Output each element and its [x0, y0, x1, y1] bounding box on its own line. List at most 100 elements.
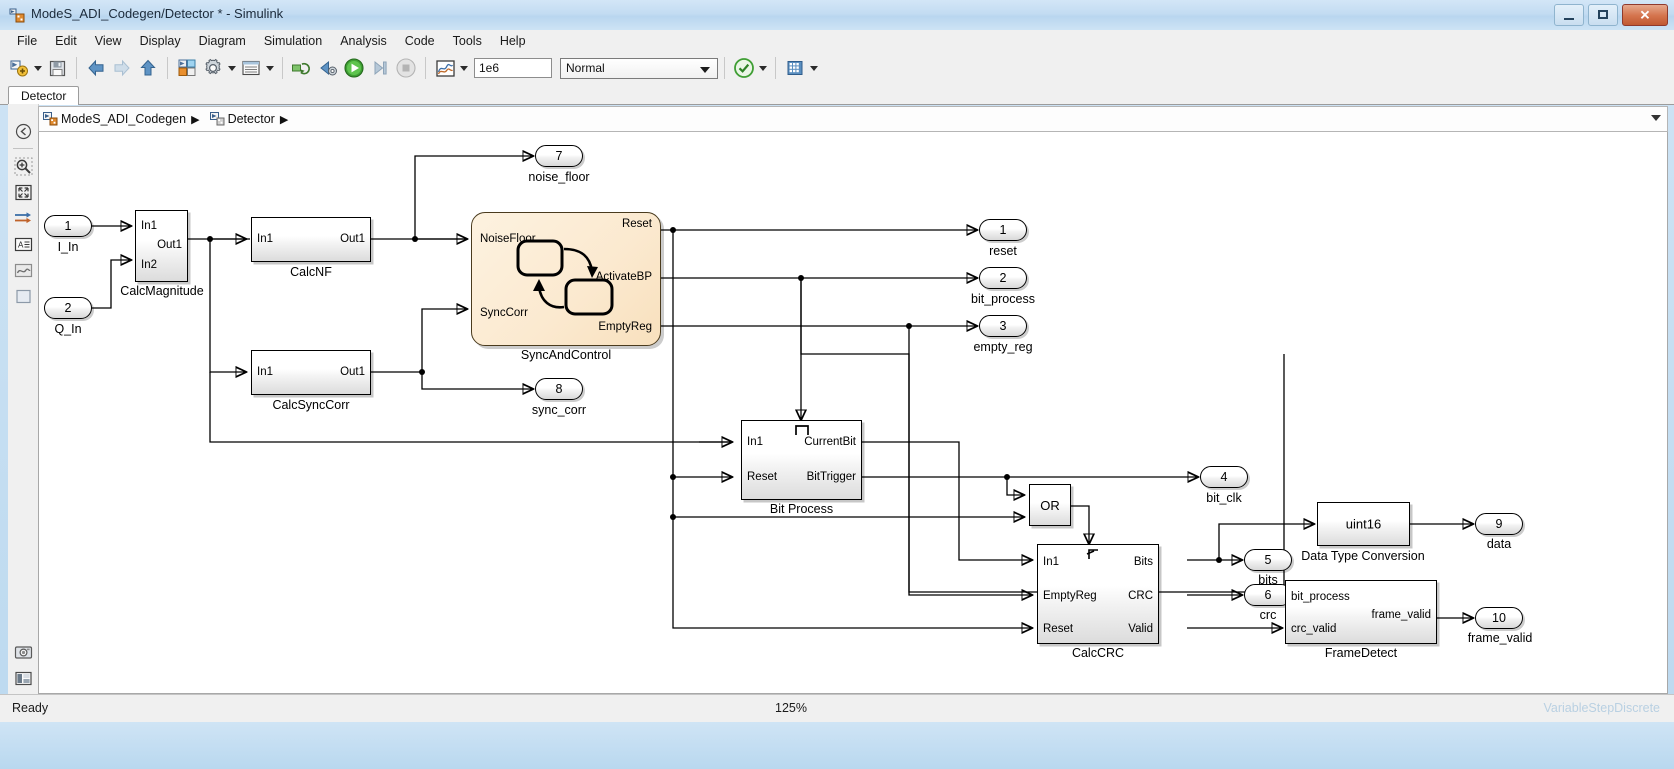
outport-noise-floor[interactable]: 7: [535, 145, 583, 167]
new-model-dropdown[interactable]: [32, 55, 44, 81]
outport-data[interactable]: 9: [1475, 513, 1523, 535]
layout-panel-icon: [14, 670, 33, 687]
build-model-button[interactable]: [782, 55, 808, 81]
outport-number: 7: [556, 149, 563, 163]
block-calc-magnitude[interactable]: In1 In2 Out1: [135, 210, 188, 282]
menu-edit[interactable]: Edit: [46, 32, 86, 50]
outport-bit-process[interactable]: 2: [979, 267, 1027, 289]
outport-number: 9: [1496, 517, 1503, 531]
build-model-dropdown[interactable]: [808, 55, 820, 81]
port-frame-valid: frame_valid: [1372, 609, 1431, 621]
menu-code[interactable]: Code: [396, 32, 444, 50]
outport-bit-clk[interactable]: 4: [1200, 466, 1248, 488]
chevron-down-icon[interactable]: [1651, 115, 1661, 121]
scope-viewer-button[interactable]: [8, 257, 38, 283]
port-emptyreg: EmptyReg: [1043, 590, 1097, 602]
block-calc-sync-corr[interactable]: In1 Out1: [251, 350, 371, 395]
menu-view[interactable]: View: [86, 32, 131, 50]
close-button[interactable]: ✕: [1622, 4, 1668, 26]
step-back-button[interactable]: [315, 55, 341, 81]
save-button[interactable]: [44, 55, 70, 81]
block-bit-process[interactable]: In1 Reset CurrentBit BitTrigger: [741, 420, 862, 500]
block-data-type-conversion[interactable]: uint16: [1317, 502, 1410, 546]
forward-button[interactable]: [109, 55, 135, 81]
breadcrumb-item-detector[interactable]: Detector: [210, 112, 275, 126]
outport-number: 5: [1265, 553, 1272, 567]
menu-tools[interactable]: Tools: [444, 32, 491, 50]
outport-reset[interactable]: 1: [979, 219, 1027, 241]
camera-snapshot-button[interactable]: [8, 639, 38, 665]
block-label-bit-process: Bit Process: [741, 502, 862, 516]
maximize-button[interactable]: [1588, 4, 1618, 26]
fit-to-view-button[interactable]: [8, 179, 38, 205]
block-calc-crc[interactable]: In1 EmptyReg Reset Bits CRC Valid: [1037, 544, 1159, 644]
stop-button[interactable]: [393, 55, 419, 81]
menu-help[interactable]: Help: [491, 32, 535, 50]
window-controls: ✕: [1554, 4, 1668, 26]
status-bar: Ready 125% VariableStepDiscrete: [0, 694, 1674, 723]
data-type-conversion-text: uint16: [1318, 517, 1409, 532]
step-forward-button[interactable]: [367, 55, 393, 81]
tab-strip: Detector: [0, 84, 1674, 105]
fit-to-view-icon: [14, 183, 33, 202]
rising-edge-trigger-icon: [1086, 547, 1104, 561]
menu-diagram[interactable]: Diagram: [190, 32, 255, 50]
signal-routing-button[interactable]: [8, 205, 38, 231]
run-icon: [343, 57, 365, 79]
model-canvas[interactable]: 1 I_In 2 Q_In In1 In2 Out1 CalcMagnitude…: [38, 132, 1668, 694]
menu-simulation[interactable]: Simulation: [255, 32, 331, 50]
back-button[interactable]: [83, 55, 109, 81]
minimize-button[interactable]: [1554, 4, 1584, 26]
canvas-tool-rail: A: [8, 104, 39, 694]
block-frame-detect[interactable]: bit_process crc_valid frame_valid: [1285, 580, 1437, 644]
outport-number: 3: [1000, 319, 1007, 333]
outport-label-sync-corr: sync_corr: [501, 403, 617, 417]
model-explorer-dropdown[interactable]: [264, 55, 276, 81]
outport-frame-valid[interactable]: 10: [1475, 607, 1523, 629]
layout-panel-button[interactable]: [8, 665, 38, 691]
camera-snapshot-icon: [14, 644, 33, 661]
block-or-gate[interactable]: OR: [1029, 484, 1071, 526]
menu-analysis[interactable]: Analysis: [331, 32, 396, 50]
annotation-button[interactable]: A: [8, 231, 38, 257]
outport-empty-reg[interactable]: 3: [979, 315, 1027, 337]
model-configuration-dropdown[interactable]: [226, 55, 238, 81]
inport-1[interactable]: 1: [44, 215, 92, 237]
simulation-data-inspector-dropdown[interactable]: [458, 55, 470, 81]
blank-block-button[interactable]: [8, 283, 38, 309]
forward-arrow-icon: [112, 59, 132, 77]
breadcrumb-item-model[interactable]: ModeS_ADI_Codegen: [43, 112, 186, 126]
model-advisor-dropdown[interactable]: [757, 55, 769, 81]
port-out1: Out1: [157, 239, 182, 251]
simulation-data-inspector-button[interactable]: [432, 55, 458, 81]
library-browser-button[interactable]: [174, 55, 200, 81]
tab-detector[interactable]: Detector: [8, 86, 79, 105]
window-title: ModeS_ADI_Codegen/Detector * - Simulink: [31, 6, 283, 21]
port-crc-valid: crc_valid: [1291, 623, 1336, 635]
inport-2[interactable]: 2: [44, 297, 92, 319]
run-button[interactable]: [341, 55, 367, 81]
back-arrow-icon: [86, 59, 106, 77]
outport-label-reset: reset: [953, 244, 1053, 258]
library-browser-icon: [177, 58, 197, 78]
new-model-button[interactable]: [6, 55, 32, 81]
menu-file[interactable]: File: [8, 32, 46, 50]
outport-bits[interactable]: 5: [1244, 549, 1292, 571]
step-forward-icon: [370, 59, 390, 77]
up-to-parent-button[interactable]: [135, 55, 161, 81]
model-advisor-button[interactable]: [731, 55, 757, 81]
model-configuration-button[interactable]: [200, 55, 226, 81]
zoom-in-button[interactable]: [8, 153, 38, 179]
outport-sync-corr[interactable]: 8: [535, 378, 583, 400]
port-in1: In1: [141, 220, 157, 232]
port-reset: Reset: [1043, 623, 1073, 635]
menu-display[interactable]: Display: [131, 32, 190, 50]
navigate-back-button[interactable]: [8, 118, 38, 144]
update-diagram-button[interactable]: [289, 55, 315, 81]
stop-time-input[interactable]: [474, 58, 552, 78]
simulation-mode-select[interactable]: Normal: [560, 58, 718, 79]
block-calc-nf[interactable]: In1 Out1: [251, 217, 371, 262]
block-sync-and-control[interactable]: NoiseFloor SyncCorr Reset ActivateBP Emp…: [471, 212, 661, 346]
toolbar: Normal: [0, 52, 1674, 84]
model-explorer-button[interactable]: [238, 55, 264, 81]
